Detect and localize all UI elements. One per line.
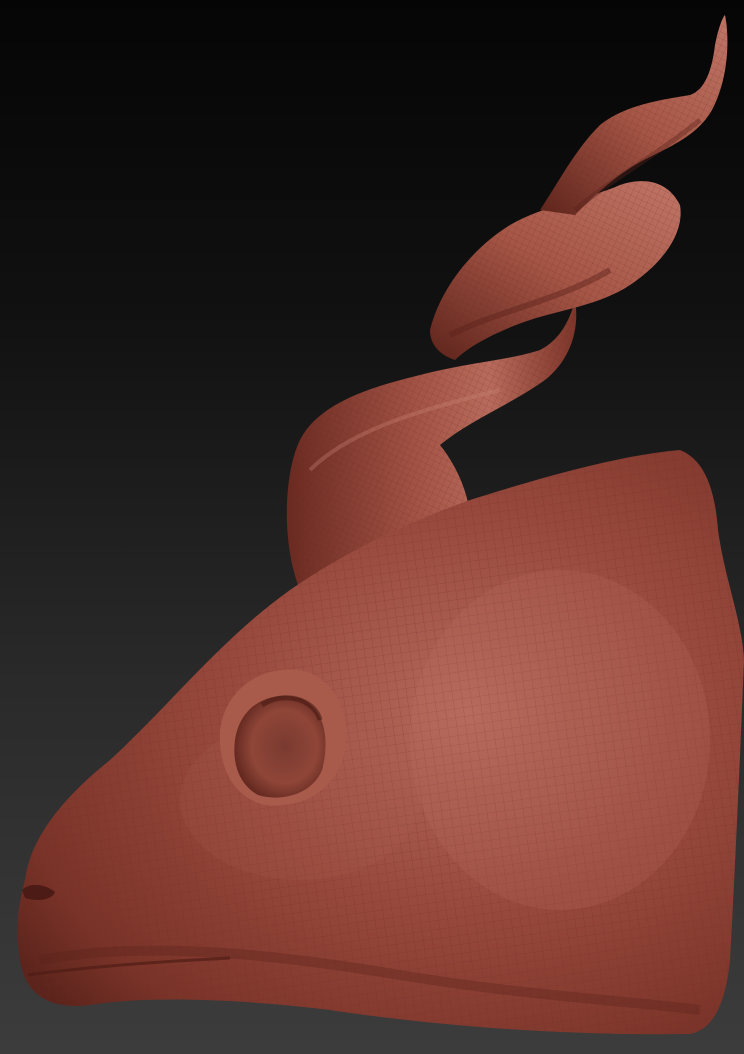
viewport <box>0 0 744 1054</box>
sculpt-render <box>17 15 744 1035</box>
eye <box>234 695 326 798</box>
